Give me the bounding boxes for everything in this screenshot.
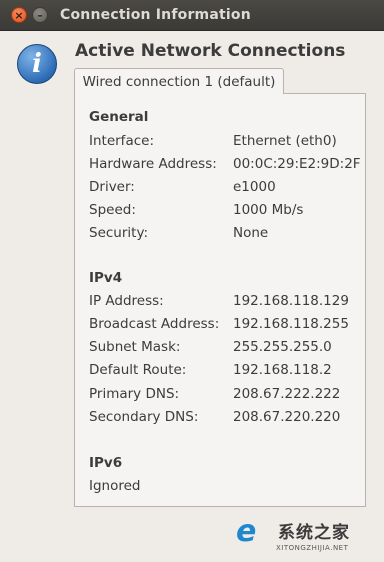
info-icon: i: [17, 44, 57, 84]
default-route-label: Default Route:: [89, 362, 187, 378]
ipv6-status: Ignored: [89, 478, 141, 494]
hardware-address-label: Hardware Address:: [89, 156, 217, 172]
section-ipv4-title: IPv4: [89, 270, 123, 286]
broadcast-address-value: 192.168.118.255: [233, 316, 349, 332]
window-title: Connection Information: [60, 7, 251, 23]
title-bar[interactable]: × – Connection Information: [0, 0, 384, 31]
secondary-dns-label: Secondary DNS:: [89, 409, 199, 425]
close-button[interactable]: ×: [11, 7, 27, 23]
minimize-button[interactable]: –: [32, 7, 48, 23]
primary-dns-label: Primary DNS:: [89, 386, 180, 402]
page-heading: Active Network Connections: [75, 41, 346, 61]
default-route-value: 192.168.118.2: [233, 362, 332, 378]
watermark-text: 系统之家: [278, 523, 350, 543]
primary-dns-value: 208.67.222.222: [233, 386, 341, 402]
subnet-mask-value: 255.255.255.0: [233, 339, 332, 355]
broadcast-address-label: Broadcast Address:: [89, 316, 220, 332]
watermark-subtext: XITONGZHIJIA.NET: [276, 544, 349, 552]
ip-address-value: 192.168.118.129: [233, 293, 349, 309]
secondary-dns-value: 208.67.220.220: [233, 409, 341, 425]
section-general-title: General: [89, 109, 149, 125]
driver-value: e1000: [233, 179, 276, 195]
speed-label: Speed:: [89, 202, 136, 218]
hardware-address-value: 00:0C:29:E2:9D:2F: [233, 156, 361, 172]
ip-address-label: IP Address:: [89, 293, 164, 309]
security-value: None: [233, 225, 269, 241]
section-ipv6-title: IPv6: [89, 455, 123, 471]
interface-label: Interface:: [89, 133, 154, 149]
interface-value: Ethernet (eth0): [233, 133, 337, 149]
driver-label: Driver:: [89, 179, 135, 195]
watermark-e-icon: e: [236, 514, 257, 549]
tab-wired-connection-1[interactable]: Wired connection 1 (default): [74, 68, 284, 94]
watermark-logo: e 系统之家 XITONGZHIJIA.NET: [232, 510, 384, 562]
speed-value: 1000 Mb/s: [233, 202, 304, 218]
security-label: Security:: [89, 225, 149, 241]
subnet-mask-label: Subnet Mask:: [89, 339, 181, 355]
